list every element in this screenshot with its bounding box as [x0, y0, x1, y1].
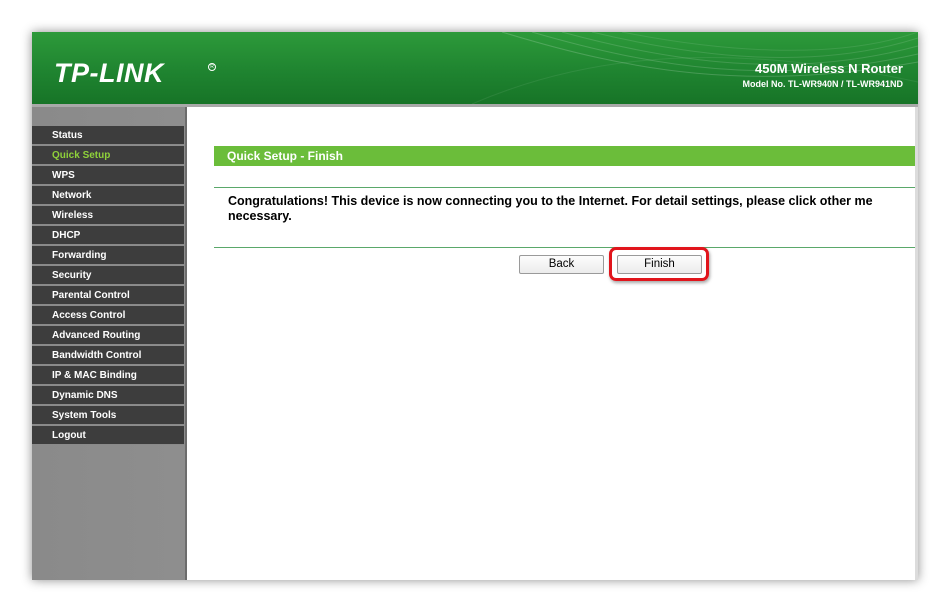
sidebar-item-network[interactable]: Network	[32, 186, 184, 205]
sidebar-item-dhcp[interactable]: DHCP	[32, 226, 184, 245]
back-button[interactable]: Back	[519, 255, 604, 274]
sidebar-item-dynamic-dns[interactable]: Dynamic DNS	[32, 386, 184, 405]
sidebar-item-forwarding[interactable]: Forwarding	[32, 246, 184, 265]
status-message: Congratulations! This device is now conn…	[228, 194, 918, 224]
sidebar-menu: Status Quick Setup WPS Network Wireless DHCP F…	[32, 126, 184, 446]
sidebar-item-parental-control[interactable]: Parental Control	[32, 286, 184, 305]
sidebar-item-bandwidth-control[interactable]: Bandwidth Control	[32, 346, 184, 365]
sidebar-item-security[interactable]: Security	[32, 266, 184, 285]
sidebar-item-ip-and-mac-binding[interactable]: IP & MAC Binding	[32, 366, 184, 385]
router-admin-window: TP-LINK R 450M Wireless N Router Model N…	[32, 32, 918, 580]
sidebar: Status Quick Setup WPS Network Wireless DHCP F…	[32, 107, 187, 580]
model-number: Model No. TL-WR940N / TL-WR941ND	[742, 79, 903, 89]
content-scrollbar[interactable]	[915, 107, 918, 580]
tp-link-logo: TP-LINK	[54, 58, 164, 88]
sidebar-item-wireless[interactable]: Wireless	[32, 206, 184, 225]
sidebar-item-logout[interactable]: Logout	[32, 426, 184, 445]
sidebar-item-advanced-routing[interactable]: Advanced Routing	[32, 326, 184, 345]
finish-button[interactable]: Finish	[617, 255, 702, 274]
sidebar-item-wps[interactable]: WPS	[32, 166, 184, 185]
sidebar-item-quick-setup[interactable]: Quick Setup	[32, 146, 184, 165]
main-content: Quick Setup - Finish Congratulations! Th…	[189, 107, 918, 580]
content-divider-top	[214, 187, 918, 188]
header-banner: TP-LINK R 450M Wireless N Router Model N…	[32, 32, 918, 104]
sidebar-item-system-tools[interactable]: System Tools	[32, 406, 184, 425]
registered-mark-icon: R	[208, 63, 216, 71]
sidebar-item-access-control[interactable]: Access Control	[32, 306, 184, 325]
status-message-line-2: necessary.	[228, 209, 292, 223]
section-title: Quick Setup - Finish	[214, 146, 918, 166]
status-message-line-1: Congratulations! This device is now conn…	[228, 194, 873, 208]
product-title: 450M Wireless N Router	[755, 61, 903, 76]
content-divider-bottom	[214, 247, 918, 248]
sidebar-item-status[interactable]: Status	[32, 126, 184, 145]
